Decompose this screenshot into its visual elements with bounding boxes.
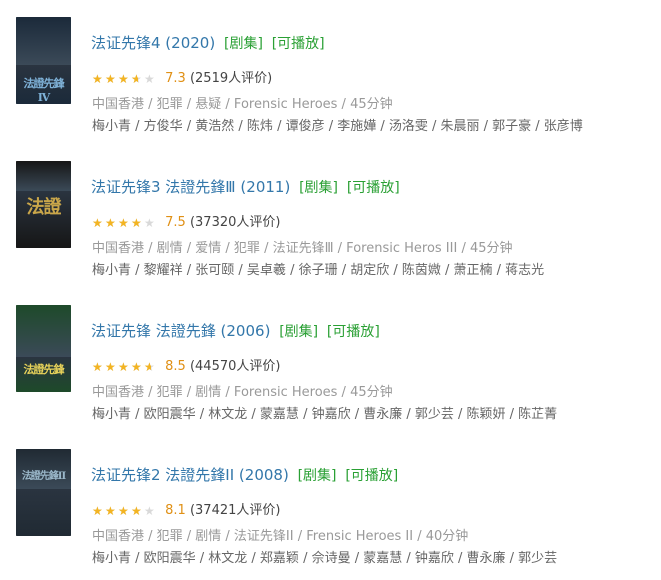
star-icon: ★ ★: [105, 360, 116, 374]
tag-series[interactable]: [剧集]: [299, 180, 338, 196]
rating-row: ★ ★ ★ ★ ★ ★ ★ ★ ★ 7.3 (2519人评价): [92, 70, 272, 88]
tag-series[interactable]: [剧集]: [279, 324, 318, 340]
star-icon: ★ ★: [92, 72, 103, 86]
star-icon: ★ ★: [92, 504, 103, 518]
star-icon: ★ ★: [105, 216, 116, 230]
rating-score: 8.1: [165, 503, 186, 518]
star-icon: ★ ★: [118, 72, 129, 86]
star-icon: ★ ★: [131, 504, 142, 518]
poster-image[interactable]: 法證先鋒II: [16, 449, 71, 536]
item-meta: 中国香港 / 犯罪 / 悬疑 / Forensic Heroes / 45分钟: [92, 97, 393, 112]
rating-count: (44570人评价): [189, 359, 281, 374]
poster-image[interactable]: 法證先鋒Ⅳ: [16, 17, 71, 104]
rating-score: 7.5: [165, 215, 186, 230]
item-cast: 梅小青 / 欧阳震华 / 林文龙 / 郑嘉颖 / 佘诗曼 / 蒙嘉慧 / 钟嘉欣…: [92, 551, 558, 566]
star-icon: ★ ★: [144, 360, 155, 374]
list-item: 法證 法证先锋3 法證先鋒Ⅲ (2011) [剧集] [可播放] ★ ★ ★ ★ ★ ★ ★…: [0, 158, 661, 290]
tag-playable[interactable]: [可播放]: [327, 324, 380, 340]
item-title-row: 法证先锋 法證先鋒 (2006) [剧集] [可播放]: [91, 321, 380, 342]
item-meta: 中国香港 / 犯罪 / 剧情 / 法证先锋II / Frensic Heroes…: [92, 529, 469, 544]
poster-logo: 法證: [26, 197, 62, 218]
star-icon: ★: [144, 72, 155, 86]
item-title-link[interactable]: 法证先锋2 法證先鋒II (2008): [91, 466, 289, 484]
item-cast: 梅小青 / 欧阳震华 / 林文龙 / 蒙嘉慧 / 钟嘉欣 / 曹永廉 / 郭少芸…: [92, 407, 558, 422]
star-icon: ★ ★: [118, 360, 129, 374]
item-title-link[interactable]: 法证先锋 法證先鋒 (2006): [91, 322, 270, 340]
rating-count: (37320人评价): [189, 215, 281, 230]
star-icon: ★: [144, 504, 155, 518]
star-icon: ★ ★: [131, 216, 142, 230]
star-icon: ★ ★: [131, 72, 142, 86]
poster-logo: 法證先鋒II: [21, 471, 66, 482]
star-icon: ★ ★: [105, 504, 116, 518]
item-cast: 梅小青 / 方俊华 / 黄浩然 / 陈炜 / 谭俊彦 / 李施嬅 / 汤洛雯 /…: [92, 119, 583, 134]
star-rating: ★ ★ ★ ★ ★ ★ ★ ★ ★: [92, 502, 157, 520]
tag-playable[interactable]: [可播放]: [272, 36, 325, 52]
rating-count: (2519人评价): [189, 71, 273, 86]
star-rating: ★ ★ ★ ★ ★ ★ ★ ★ ★: [92, 214, 157, 232]
item-title-row: 法证先锋2 法證先鋒II (2008) [剧集] [可播放]: [91, 465, 398, 486]
item-cast: 梅小青 / 黎耀祥 / 张可颐 / 吴卓羲 / 徐子珊 / 胡定欣 / 陈茵媺 …: [92, 263, 545, 278]
star-icon: ★: [144, 216, 155, 230]
tag-series[interactable]: [剧集]: [224, 36, 263, 52]
rating-row: ★ ★ ★ ★ ★ ★ ★ ★ ★ 8.1 (37421人评价): [92, 502, 280, 520]
poster-image[interactable]: 法證: [16, 161, 71, 248]
star-icon: ★ ★: [105, 72, 116, 86]
list-item: 法證先鋒Ⅳ 法证先锋4 (2020) [剧集] [可播放] ★ ★ ★ ★ ★ ★ ★ ★ ★ …: [0, 14, 661, 146]
rating-row: ★ ★ ★ ★ ★ ★ ★ ★ ★ ★ 8.5 (44570人评价): [92, 358, 280, 376]
rating-row: ★ ★ ★ ★ ★ ★ ★ ★ ★ 7.5 (37320人评价): [92, 214, 280, 232]
star-icon: ★ ★: [118, 216, 129, 230]
rating-score: 7.3: [165, 71, 186, 86]
item-title-link[interactable]: 法证先锋3 法證先鋒Ⅲ (2011): [91, 178, 290, 196]
tag-playable[interactable]: [可播放]: [347, 180, 400, 196]
list-item: 法證先鋒 法证先锋 法證先鋒 (2006) [剧集] [可播放] ★ ★ ★ ★ ★ ★ ★…: [0, 302, 661, 434]
item-title-row: 法证先锋4 (2020) [剧集] [可播放]: [91, 33, 325, 54]
poster-logo: 法證先鋒: [23, 363, 65, 376]
poster-logo: 法證先鋒Ⅳ: [23, 77, 65, 104]
star-icon: ★ ★: [92, 360, 103, 374]
list-item: 法證先鋒II 法证先锋2 法證先鋒II (2008) [剧集] [可播放] ★ ★…: [0, 446, 661, 578]
tag-playable[interactable]: [可播放]: [345, 468, 398, 484]
item-title-link[interactable]: 法证先锋4 (2020): [91, 34, 215, 52]
item-title-row: 法证先锋3 法證先鋒Ⅲ (2011) [剧集] [可播放]: [91, 177, 400, 198]
item-meta: 中国香港 / 犯罪 / 剧情 / Forensic Heroes / 45分钟: [92, 385, 393, 400]
poster-image[interactable]: 法證先鋒: [16, 305, 71, 392]
star-icon: ★ ★: [118, 504, 129, 518]
tag-series[interactable]: [剧集]: [298, 468, 337, 484]
star-rating: ★ ★ ★ ★ ★ ★ ★ ★ ★ ★: [92, 358, 157, 376]
item-meta: 中国香港 / 剧情 / 爱情 / 犯罪 / 法证先锋Ⅲ / Forensic H…: [92, 241, 513, 256]
rating-score: 8.5: [165, 359, 186, 374]
star-icon: ★ ★: [131, 360, 142, 374]
star-rating: ★ ★ ★ ★ ★ ★ ★ ★ ★: [92, 70, 157, 88]
rating-count: (37421人评价): [189, 503, 281, 518]
star-icon: ★ ★: [92, 216, 103, 230]
